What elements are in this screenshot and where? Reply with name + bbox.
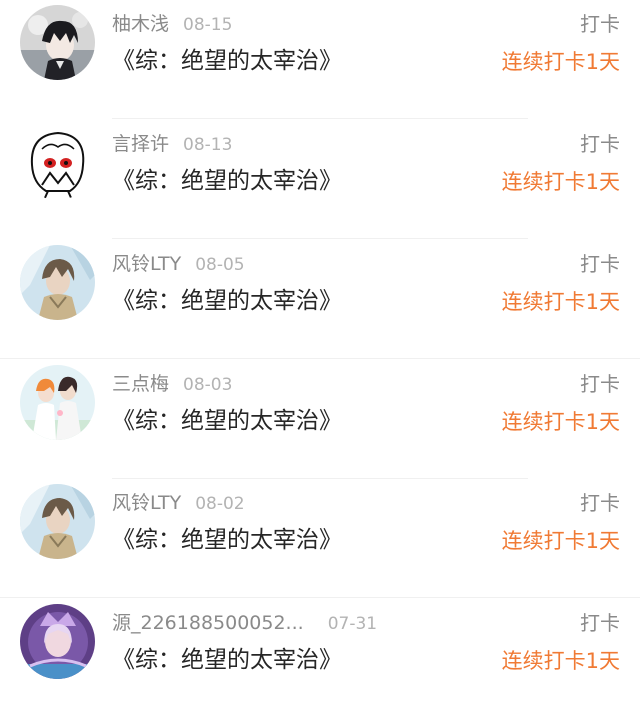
checkin-meta: 柚木浅 08-15 bbox=[112, 10, 232, 38]
checkin-item[interactable]: 三点梅 08-03 《综：绝望的太宰治》 打卡 连续打卡1天 bbox=[0, 360, 640, 479]
checkin-date: 08-02 bbox=[195, 494, 245, 514]
checkin-date: 08-05 bbox=[195, 255, 245, 275]
username-link[interactable]: 风铃LTY bbox=[112, 492, 181, 514]
user-avatar[interactable] bbox=[20, 484, 95, 559]
book-title-link[interactable]: 《综：绝望的太宰治》 bbox=[112, 404, 342, 438]
user-avatar[interactable] bbox=[20, 125, 95, 200]
checkin-date: 07-31 bbox=[327, 614, 378, 634]
username-link[interactable]: 柚木浅 bbox=[112, 13, 169, 35]
checkin-meta: 言择许 08-13 bbox=[112, 130, 232, 158]
checkin-meta: 源_226188500052... 07-31 bbox=[112, 609, 377, 637]
username-link[interactable]: 三点梅 bbox=[112, 373, 169, 395]
checkin-meta: 风铃LTY 08-02 bbox=[112, 489, 245, 517]
streak-label: 连续打卡1天 bbox=[501, 50, 620, 74]
checkin-action-label: 打卡 bbox=[580, 372, 620, 396]
checkin-action-label: 打卡 bbox=[580, 132, 620, 156]
book-title-link[interactable]: 《综：绝望的太宰治》 bbox=[112, 284, 342, 318]
checkin-action-label: 打卡 bbox=[580, 12, 620, 36]
user-avatar[interactable] bbox=[20, 245, 95, 320]
row-divider bbox=[112, 118, 528, 119]
streak-label: 连续打卡1天 bbox=[501, 290, 620, 314]
checkin-meta: 风铃LTY 08-05 bbox=[112, 250, 245, 278]
book-title-link[interactable]: 《综：绝望的太宰治》 bbox=[112, 643, 342, 677]
username-link[interactable]: 风铃LTY bbox=[112, 253, 181, 275]
checkin-meta: 三点梅 08-03 bbox=[112, 370, 232, 398]
book-title-link[interactable]: 《综：绝望的太宰治》 bbox=[112, 164, 342, 198]
checkin-item[interactable]: 言择许 08-13 《综：绝望的太宰治》 打卡 连续打卡1天 bbox=[0, 120, 640, 239]
user-avatar[interactable] bbox=[20, 5, 95, 80]
checkin-list: 柚木浅 08-15 《综：绝望的太宰治》 打卡 连续打卡1天 言择许 08-13 《… bbox=[0, 0, 640, 707]
anime-couple-white-avatar-icon bbox=[20, 365, 95, 440]
username-link[interactable]: 言择许 bbox=[112, 133, 169, 155]
anime-purple-crown-avatar-icon bbox=[20, 604, 95, 679]
streak-label: 连续打卡1天 bbox=[501, 649, 620, 673]
anime-character-blue-avatar-icon bbox=[20, 245, 95, 320]
checkin-date: 08-03 bbox=[183, 375, 233, 395]
row-divider bbox=[112, 238, 528, 239]
row-divider bbox=[0, 597, 640, 598]
checkin-item[interactable]: 风铃LTY 08-05 《综：绝望的太宰治》 打卡 连续打卡1天 bbox=[0, 240, 640, 359]
checkin-item[interactable]: 源_226188500052... 07-31 《综：绝望的太宰治》 打卡 连续打… bbox=[0, 599, 640, 718]
streak-label: 连续打卡1天 bbox=[501, 529, 620, 553]
anime-character-blue-avatar-icon bbox=[20, 484, 95, 559]
user-avatar[interactable] bbox=[20, 604, 95, 679]
streak-label: 连续打卡1天 bbox=[501, 410, 620, 434]
user-avatar[interactable] bbox=[20, 365, 95, 440]
book-title-link[interactable]: 《综：绝望的太宰治》 bbox=[112, 44, 342, 78]
anime-boy-dark-hair-avatar-icon bbox=[20, 5, 95, 80]
checkin-item[interactable]: 柚木浅 08-15 《综：绝望的太宰治》 打卡 连续打卡1天 bbox=[0, 0, 640, 119]
sketch-face-red-eyes-avatar-icon bbox=[20, 125, 95, 200]
streak-label: 连续打卡1天 bbox=[501, 170, 620, 194]
checkin-item[interactable]: 风铃LTY 08-02 《综：绝望的太宰治》 打卡 连续打卡1天 bbox=[0, 479, 640, 598]
checkin-date: 08-13 bbox=[183, 135, 233, 155]
checkin-action-label: 打卡 bbox=[580, 611, 620, 635]
checkin-date: 08-15 bbox=[183, 15, 233, 35]
row-divider bbox=[0, 358, 640, 359]
checkin-action-label: 打卡 bbox=[580, 252, 620, 276]
username-link[interactable]: 源_226188500052... bbox=[112, 612, 304, 634]
checkin-action-label: 打卡 bbox=[580, 491, 620, 515]
book-title-link[interactable]: 《综：绝望的太宰治》 bbox=[112, 523, 342, 557]
